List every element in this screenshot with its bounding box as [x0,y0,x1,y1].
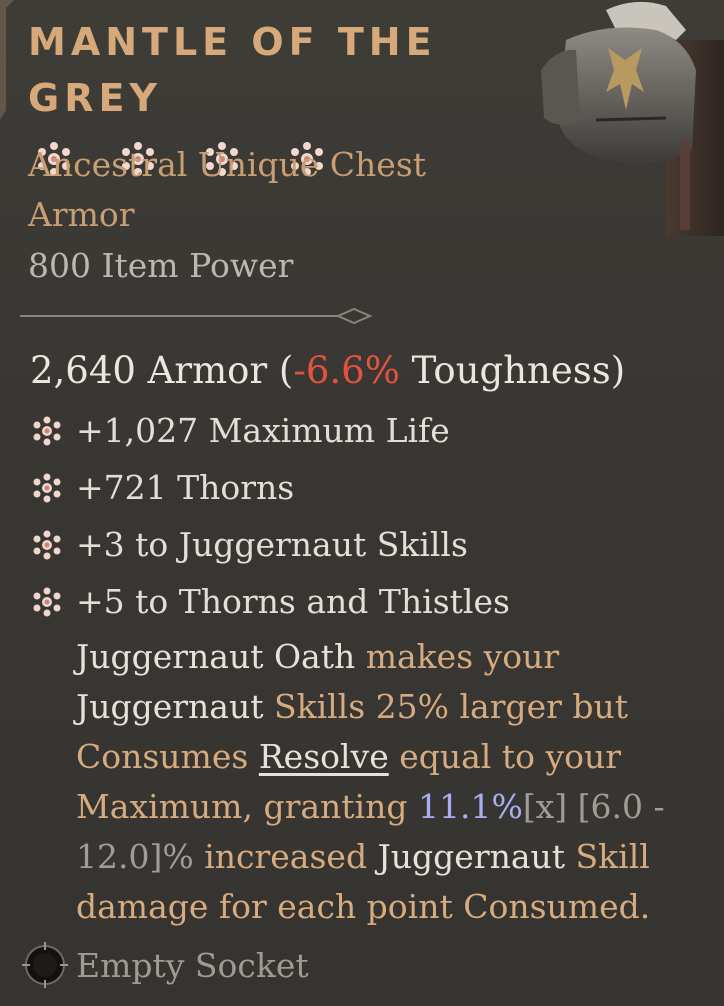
affix-text: +721 Thorns [76,468,295,507]
toughness-delta: -6.6% [293,349,400,392]
affix-row: +5 to Thorns and Thistles [30,573,710,630]
affix-row: +3 to Juggernaut Skills [30,516,710,573]
desc-text: makes your [355,637,560,676]
affix-text: +3 to Juggernaut Skills [76,525,468,564]
affix-text: +1,027 Maximum Life [76,411,450,450]
rolled-value: 11.1% [417,787,523,826]
item-power: 800 Item Power [28,246,294,285]
affix-list: +1,027 Maximum Life +721 Thorns +3 to Ju… [30,402,710,630]
toughness-label: Toughness) [399,349,626,392]
affix-row: +721 Thorns [30,459,710,516]
affix-bullet-icon [33,416,61,445]
socket-label: Empty Socket [76,945,309,985]
affix-row: +1,027 Maximum Life [30,402,710,459]
affix-bullet-icon [33,473,61,502]
empty-socket: Empty Socket [20,940,309,990]
armor-value: 2,640 Armor ( [30,349,294,392]
armor-stat: 2,640 Armor (-6.6% Toughness) [30,346,710,396]
resolve-keyword-link[interactable]: Resolve [259,737,389,776]
skill-name: Juggernaut Oath [76,637,356,676]
item-title-text: MANTLE OF THE GREY [28,20,437,120]
affix-bullet-icon [33,587,61,616]
affix-text: +5 to Thorns and Thistles [76,582,510,621]
skill-tag: Juggernaut [76,687,264,726]
socket-icon [22,942,68,988]
affix-bullet-icon [33,530,61,559]
unique-power-description: Juggernaut Oath makes your Juggernaut Sk… [76,632,696,932]
section-divider [20,307,373,325]
desc-text: increased [193,837,378,876]
item-tooltip: MANTLE OF THE GREY Ancestral Unique Ches… [0,0,724,1006]
skill-tag: Juggernaut [377,837,566,876]
item-type: Ancestral Unique Chest Armor [28,145,427,234]
chest-armor-icon [541,1,724,236]
tooltip-corner-ornament [0,0,14,120]
